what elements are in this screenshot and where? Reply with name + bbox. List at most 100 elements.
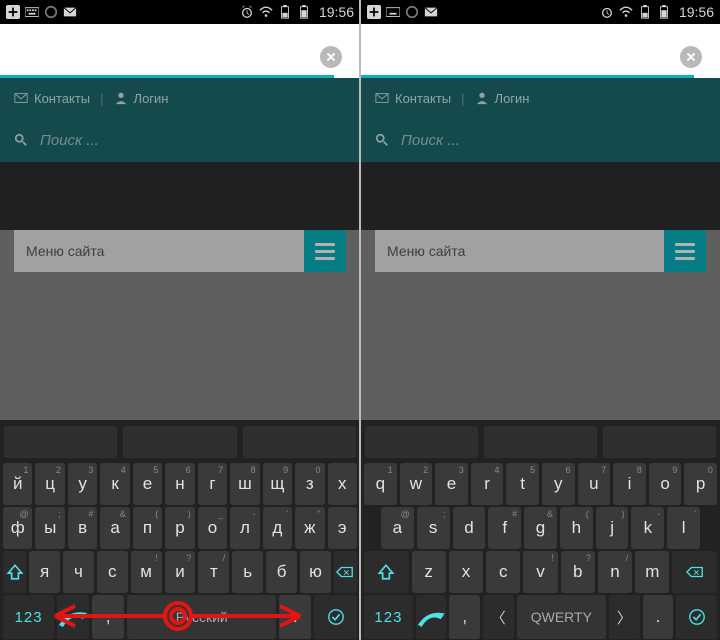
battery2-icon: [297, 5, 311, 19]
key-w[interactable]: w2: [400, 463, 433, 505]
circle-icon: [405, 5, 419, 19]
comma-key[interactable]: ,: [92, 595, 124, 639]
numeric-key[interactable]: 123: [364, 595, 413, 639]
browser-bar: [361, 24, 720, 78]
menu-label: Меню сайта: [26, 243, 104, 259]
key-z[interactable]: z: [412, 551, 446, 593]
keyboard: й1ц2у3к4е5н6г7ш8щ9з0х ф@ы;в#а&п(р)о_л-д'…: [0, 420, 360, 640]
suggestion-bar[interactable]: [0, 424, 360, 462]
key-в[interactable]: в#: [68, 507, 97, 549]
key-x[interactable]: x: [449, 551, 483, 593]
comma-key[interactable]: ,: [449, 595, 480, 639]
key-ю[interactable]: ю: [300, 551, 331, 593]
clock: 19:56: [319, 4, 354, 20]
key-ы[interactable]: ы;: [35, 507, 64, 549]
key-е[interactable]: е5: [133, 463, 162, 505]
key-н[interactable]: н6: [165, 463, 194, 505]
key-b[interactable]: b?: [561, 551, 595, 593]
key-h[interactable]: h(: [560, 507, 593, 549]
search-input[interactable]: [40, 132, 241, 149]
key-с[interactable]: с: [97, 551, 128, 593]
key-g[interactable]: g&: [524, 507, 557, 549]
key-ь[interactable]: ь: [232, 551, 263, 593]
key-к[interactable]: к4: [100, 463, 129, 505]
login-link[interactable]: Логин: [495, 91, 530, 106]
key-i[interactable]: i8: [613, 463, 646, 505]
search-input[interactable]: [401, 132, 602, 149]
numeric-key[interactable]: 123: [3, 595, 54, 639]
hamburger-icon[interactable]: [304, 230, 346, 272]
site-menu[interactable]: Меню сайта: [375, 230, 706, 272]
key-у[interactable]: у3: [68, 463, 97, 505]
swiftkey-key[interactable]: [416, 595, 447, 639]
key-f[interactable]: f#: [488, 507, 521, 549]
keyboard: q1w2e3r4t5y6u7i8o9p0 a@s;df#g&h(j)k-l' z…: [361, 420, 720, 640]
mail-icon: [14, 91, 28, 105]
key-р[interactable]: р): [165, 507, 194, 549]
key-l[interactable]: l': [667, 507, 700, 549]
prev-lang-key[interactable]: 〈: [483, 595, 514, 639]
key-s[interactable]: s;: [417, 507, 450, 549]
status-bar: 19:56: [361, 0, 720, 24]
key-л[interactable]: л-: [230, 507, 259, 549]
key-t[interactable]: t5: [506, 463, 539, 505]
next-lang-key[interactable]: 〉: [609, 595, 640, 639]
key-q[interactable]: q1: [364, 463, 397, 505]
key-м[interactable]: м!: [131, 551, 162, 593]
suggestion-bar[interactable]: [361, 424, 720, 462]
shift-key[interactable]: [3, 551, 26, 593]
key-х[interactable]: х: [328, 463, 357, 505]
dot-key[interactable]: .: [643, 595, 674, 639]
hamburger-icon[interactable]: [664, 230, 706, 272]
key-а[interactable]: а&: [100, 507, 129, 549]
key-d[interactable]: d: [453, 507, 486, 549]
backspace-key[interactable]: [672, 551, 717, 593]
key-ш[interactable]: ш8: [230, 463, 259, 505]
key-e[interactable]: e3: [435, 463, 468, 505]
enter-key[interactable]: [314, 595, 357, 639]
key-з[interactable]: з0: [295, 463, 324, 505]
login-link[interactable]: Логин: [134, 91, 169, 106]
key-э[interactable]: э: [328, 507, 357, 549]
key-т[interactable]: т/: [198, 551, 229, 593]
key-й[interactable]: й1: [3, 463, 32, 505]
key-ц[interactable]: ц2: [35, 463, 64, 505]
close-button[interactable]: [680, 46, 702, 68]
key-я[interactable]: я: [29, 551, 60, 593]
key-p[interactable]: p0: [684, 463, 717, 505]
space-key[interactable]: QWERTY: [517, 595, 607, 639]
key-о[interactable]: о_: [198, 507, 227, 549]
contacts-link[interactable]: Контакты: [395, 91, 451, 106]
key-п[interactable]: п(: [133, 507, 162, 549]
key-k[interactable]: k-: [631, 507, 664, 549]
key-n[interactable]: n/: [598, 551, 632, 593]
key-ч[interactable]: ч: [63, 551, 94, 593]
shift-key[interactable]: [364, 551, 409, 593]
space-key[interactable]: Русский: [127, 595, 276, 639]
key-j[interactable]: j): [596, 507, 629, 549]
dot-key[interactable]: .: [279, 595, 311, 639]
key-ж[interactable]: ж": [295, 507, 324, 549]
key-m[interactable]: m: [635, 551, 669, 593]
key-c[interactable]: c: [486, 551, 520, 593]
key-щ[interactable]: щ9: [263, 463, 292, 505]
key-г[interactable]: г7: [198, 463, 227, 505]
key-a[interactable]: a@: [381, 507, 414, 549]
key-б[interactable]: б: [266, 551, 297, 593]
backspace-key[interactable]: [334, 551, 357, 593]
key-ф[interactable]: ф@: [3, 507, 32, 549]
close-button[interactable]: [320, 46, 342, 68]
site-menu[interactable]: Меню сайта: [14, 230, 346, 272]
swiftkey-key[interactable]: [57, 595, 89, 639]
menu-wrap: Меню сайта: [361, 230, 720, 272]
key-д[interactable]: д': [263, 507, 292, 549]
contacts-link[interactable]: Контакты: [34, 91, 90, 106]
key-o[interactable]: o9: [649, 463, 682, 505]
enter-key[interactable]: [676, 595, 717, 639]
key-y[interactable]: y6: [542, 463, 575, 505]
key-row-4: 123 , 〈 QWERTY 〉 .: [361, 594, 720, 640]
key-u[interactable]: u7: [578, 463, 611, 505]
key-v[interactable]: v!: [523, 551, 557, 593]
key-r[interactable]: r4: [471, 463, 504, 505]
key-и[interactable]: и?: [165, 551, 196, 593]
